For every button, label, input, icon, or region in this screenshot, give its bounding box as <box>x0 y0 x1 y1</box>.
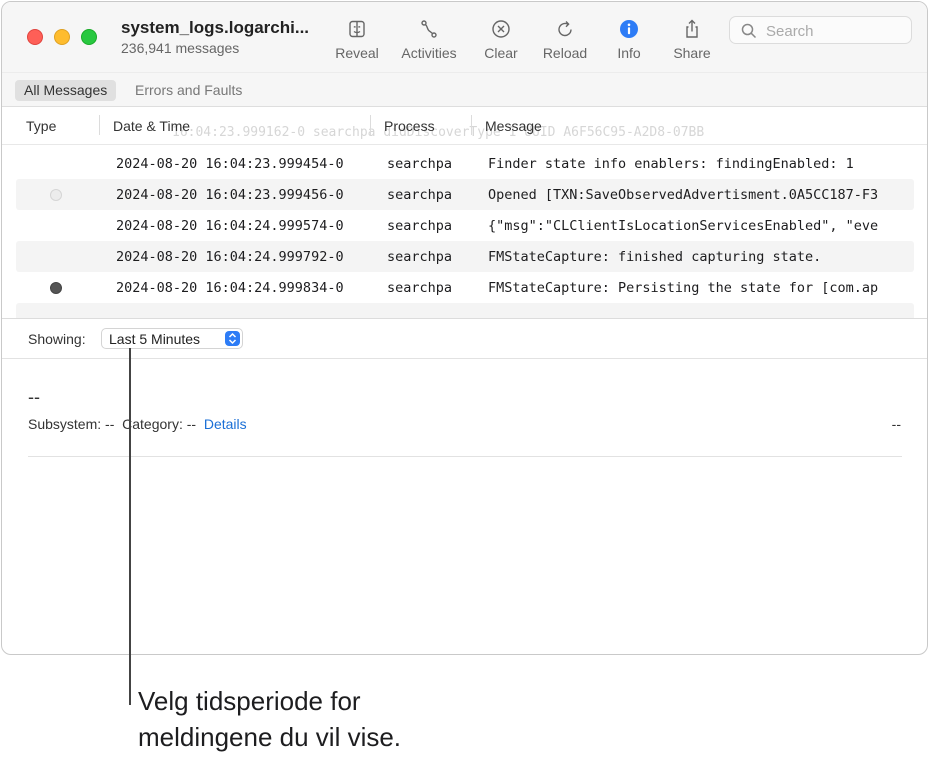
debug-type-icon <box>50 282 62 294</box>
info-type-icon <box>50 189 62 201</box>
filter-bar: All Messages Errors and Faults <box>2 72 927 107</box>
message-count: 236,941 messages <box>121 40 240 56</box>
filter-errors-faults[interactable]: Errors and Faults <box>126 80 251 101</box>
window-title: system_logs.logarchi... <box>121 18 310 37</box>
callout-line-1: Velg tidsperiode for <box>138 686 361 716</box>
console-window: system_logs.logarchi... 236,941 messages… <box>1 1 928 655</box>
row-date: 2024-08-20 16:04:23.999454-0 <box>116 156 344 172</box>
row-process: searchpa <box>387 187 453 203</box>
row-message: FMStateCapture: Persisting the state for… <box>488 280 879 296</box>
row-process: searchpa <box>387 156 453 172</box>
column-date-time[interactable]: Date & Time <box>113 118 190 134</box>
row-date: 2024-08-20 16:04:23.999456-0 <box>116 187 344 203</box>
column-divider[interactable] <box>99 115 100 135</box>
table-row[interactable]: 2024-08-20 16:04:23.999454-0 searchpa Fi… <box>16 148 914 179</box>
chevron-up-down-icon <box>225 331 240 346</box>
row-process: searchpa <box>387 218 453 234</box>
detail-meta: Subsystem: -- Category: -- Details <box>28 416 247 432</box>
callout-text: Velg tidsperiode for meldingene du vil v… <box>138 683 498 755</box>
info-button[interactable]: Info <box>594 16 664 61</box>
showing-bar: Showing: Last 5 Minutes <box>2 318 927 359</box>
row-process: searchpa <box>387 249 453 265</box>
share-label: Share <box>673 45 711 61</box>
info-label: Info <box>617 45 641 61</box>
table-row[interactable]: 2024-08-20 16:04:24.999574-0 searchpa {"… <box>16 210 914 241</box>
share-icon <box>657 16 727 42</box>
row-message: FMStateCapture: finished capturing state… <box>488 249 822 265</box>
share-button[interactable]: Share <box>657 16 727 61</box>
detail-right-value: -- <box>891 416 901 432</box>
search-icon <box>741 23 757 39</box>
activities-label: Activities <box>401 45 457 61</box>
detail-title: -- <box>28 387 40 407</box>
column-type[interactable]: Type <box>26 118 56 134</box>
reveal-label: Reveal <box>335 45 379 61</box>
row-date: 2024-08-20 16:04:24.999834-0 <box>116 280 344 296</box>
clear-button[interactable]: Clear <box>466 16 536 61</box>
column-process[interactable]: Process <box>384 118 435 134</box>
callout-line-2: meldingene du vil vise. <box>138 722 402 752</box>
detail-divider <box>28 456 902 457</box>
row-date: 2024-08-20 16:04:24.999792-0 <box>116 249 344 265</box>
search-input[interactable] <box>764 20 908 42</box>
showing-label: Showing: <box>28 331 86 347</box>
subsystem-label: Subsystem: -- <box>28 416 115 432</box>
category-label: Category: -- <box>122 416 197 432</box>
row-message: Finder state info enablers: findingEnabl… <box>488 156 854 172</box>
reveal-icon <box>322 16 392 42</box>
search-field[interactable] <box>729 16 912 44</box>
close-window-button[interactable] <box>27 29 43 45</box>
clear-icon <box>466 16 536 42</box>
column-divider[interactable] <box>370 115 371 135</box>
table-row[interactable]: 2024-08-20 16:04:24.999792-0 searchpa FM… <box>16 241 914 272</box>
time-range-value: Last 5 Minutes <box>109 331 201 347</box>
reload-icon <box>530 16 600 42</box>
row-message: Opened [TXN:SaveObservedAdvertisment.0A5… <box>488 187 879 203</box>
row-date: 2024-08-20 16:04:24.999574-0 <box>116 218 344 234</box>
reload-label: Reload <box>542 45 588 61</box>
table-row[interactable] <box>16 303 914 318</box>
minimize-window-button[interactable] <box>54 29 70 45</box>
info-icon <box>594 16 664 42</box>
callout-line <box>129 348 131 705</box>
activities-icon <box>394 16 464 42</box>
table-row[interactable]: 2024-08-20 16:04:23.999456-0 searchpa Op… <box>16 179 914 210</box>
details-link[interactable]: Details <box>204 416 247 432</box>
table-row[interactable]: 2024-08-20 16:04:24.999834-0 searchpa FM… <box>16 272 914 303</box>
scrolled-row-ghost: 16:04:23.999162-0 searchpa didDiscoverTy… <box>172 125 705 140</box>
column-header: 16:04:23.999162-0 searchpa didDiscoverTy… <box>2 108 927 145</box>
message-list[interactable]: 2024-08-20 16:04:23.999454-0 searchpa Fi… <box>2 146 927 318</box>
row-message: {"msg":"CLClientIsLocationServicesEnable… <box>488 218 879 234</box>
time-range-popup[interactable]: Last 5 Minutes <box>101 328 243 349</box>
filter-all-messages[interactable]: All Messages <box>15 80 117 101</box>
titlebar: system_logs.logarchi... 236,941 messages… <box>2 2 927 72</box>
maximize-window-button[interactable] <box>81 29 97 45</box>
clear-label: Clear <box>484 45 518 61</box>
column-message[interactable]: Message <box>485 118 542 134</box>
row-process: searchpa <box>387 280 453 296</box>
activities-button[interactable]: Activities <box>394 16 464 61</box>
reveal-button[interactable]: Reveal <box>322 16 392 61</box>
reload-button[interactable]: Reload <box>530 16 600 61</box>
column-divider[interactable] <box>471 115 472 135</box>
